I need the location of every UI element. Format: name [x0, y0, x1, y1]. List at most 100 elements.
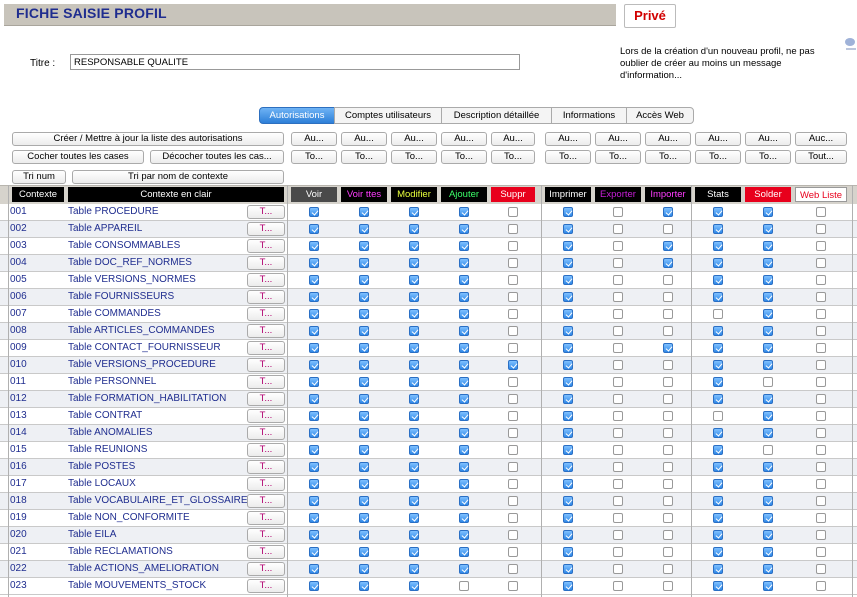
- checkbox-ajouter[interactable]: [459, 428, 469, 438]
- checkbox-importer[interactable]: [663, 547, 673, 557]
- checkbox-modifier[interactable]: [409, 513, 419, 523]
- checkbox-modifier[interactable]: [409, 326, 419, 336]
- checkbox-importer[interactable]: [663, 292, 673, 302]
- checkbox-stats[interactable]: [713, 547, 723, 557]
- checkbox-suppr[interactable]: [508, 428, 518, 438]
- row-toggle-button[interactable]: T...: [247, 324, 285, 338]
- aucun-button-imprimer[interactable]: Au...: [545, 132, 591, 146]
- checkbox-suppr[interactable]: [508, 224, 518, 234]
- checkbox-voir[interactable]: [309, 258, 319, 268]
- checkbox-voir-ttes[interactable]: [359, 394, 369, 404]
- checkbox-suppr[interactable]: [508, 581, 518, 591]
- checkbox-exporter[interactable]: [613, 581, 623, 591]
- checkbox-modifier[interactable]: [409, 207, 419, 217]
- checkbox-stats[interactable]: [713, 496, 723, 506]
- checkbox-voir[interactable]: [309, 445, 319, 455]
- checkbox-ajouter[interactable]: [459, 275, 469, 285]
- checkbox-ajouter[interactable]: [459, 462, 469, 472]
- checkbox-voir-ttes[interactable]: [359, 241, 369, 251]
- checkbox-voir[interactable]: [309, 581, 319, 591]
- checkbox-importer[interactable]: [663, 224, 673, 234]
- checkbox-exporter[interactable]: [613, 547, 623, 557]
- checkbox-importer[interactable]: [663, 496, 673, 506]
- checkbox-voir-ttes[interactable]: [359, 445, 369, 455]
- row-toggle-button[interactable]: T...: [247, 545, 285, 559]
- checkbox-stats[interactable]: [713, 462, 723, 472]
- checkbox-voir-ttes[interactable]: [359, 547, 369, 557]
- checkbox-exporter[interactable]: [613, 479, 623, 489]
- checkbox-imprimer[interactable]: [563, 496, 573, 506]
- row-toggle-button[interactable]: T...: [247, 477, 285, 491]
- checkbox-ajouter[interactable]: [459, 445, 469, 455]
- checkbox-ajouter[interactable]: [459, 496, 469, 506]
- checkbox-modifier[interactable]: [409, 343, 419, 353]
- row-toggle-button[interactable]: T...: [247, 426, 285, 440]
- checkbox-imprimer[interactable]: [563, 513, 573, 523]
- checkbox-ajouter[interactable]: [459, 530, 469, 540]
- row-toggle-button[interactable]: T...: [247, 494, 285, 508]
- checkbox-web-liste[interactable]: [816, 326, 826, 336]
- checkbox-ajouter[interactable]: [459, 360, 469, 370]
- checkbox-exporter[interactable]: [613, 445, 623, 455]
- checkbox-voir-ttes[interactable]: [359, 513, 369, 523]
- checkbox-stats[interactable]: [713, 275, 723, 285]
- checkbox-modifier[interactable]: [409, 462, 419, 472]
- tout-button-modifier[interactable]: To...: [391, 150, 437, 164]
- row-toggle-button[interactable]: T...: [247, 443, 285, 457]
- checkbox-exporter[interactable]: [613, 428, 623, 438]
- checkbox-exporter[interactable]: [613, 309, 623, 319]
- checkbox-solder[interactable]: [763, 241, 773, 251]
- checkbox-ajouter[interactable]: [459, 258, 469, 268]
- checkbox-solder[interactable]: [763, 394, 773, 404]
- checkbox-imprimer[interactable]: [563, 445, 573, 455]
- checkbox-modifier[interactable]: [409, 377, 419, 387]
- checkbox-importer[interactable]: [663, 445, 673, 455]
- checkbox-modifier[interactable]: [409, 360, 419, 370]
- creer-autorisations-button[interactable]: Créer / Mettre à jour la liste des autor…: [12, 132, 284, 146]
- row-toggle-button[interactable]: T...: [247, 528, 285, 542]
- checkbox-suppr[interactable]: [508, 513, 518, 523]
- checkbox-imprimer[interactable]: [563, 292, 573, 302]
- row-toggle-button[interactable]: T...: [247, 579, 285, 593]
- checkbox-solder[interactable]: [763, 207, 773, 217]
- checkbox-solder[interactable]: [763, 513, 773, 523]
- checkbox-imprimer[interactable]: [563, 224, 573, 234]
- checkbox-importer[interactable]: [663, 564, 673, 574]
- checkbox-web-liste[interactable]: [816, 360, 826, 370]
- checkbox-imprimer[interactable]: [563, 479, 573, 489]
- checkbox-voir[interactable]: [309, 530, 319, 540]
- checkbox-voir-ttes[interactable]: [359, 292, 369, 302]
- checkbox-imprimer[interactable]: [563, 394, 573, 404]
- row-toggle-button[interactable]: T...: [247, 256, 285, 270]
- checkbox-web-liste[interactable]: [816, 564, 826, 574]
- aucun-button-modifier[interactable]: Au...: [391, 132, 437, 146]
- checkbox-modifier[interactable]: [409, 411, 419, 421]
- checkbox-imprimer[interactable]: [563, 564, 573, 574]
- checkbox-modifier[interactable]: [409, 241, 419, 251]
- checkbox-solder[interactable]: [763, 292, 773, 302]
- checkbox-modifier[interactable]: [409, 394, 419, 404]
- titre-input[interactable]: [70, 54, 520, 70]
- checkbox-importer[interactable]: [663, 479, 673, 489]
- tab-description-detaillee[interactable]: Description détaillée: [441, 107, 552, 124]
- checkbox-importer[interactable]: [663, 462, 673, 472]
- checkbox-modifier[interactable]: [409, 309, 419, 319]
- row-toggle-button[interactable]: T...: [247, 375, 285, 389]
- checkbox-web-liste[interactable]: [816, 479, 826, 489]
- aucun-button-voir[interactable]: Au...: [291, 132, 337, 146]
- checkbox-web-liste[interactable]: [816, 462, 826, 472]
- checkbox-voir-ttes[interactable]: [359, 411, 369, 421]
- checkbox-imprimer[interactable]: [563, 547, 573, 557]
- checkbox-voir[interactable]: [309, 224, 319, 234]
- checkbox-importer[interactable]: [663, 530, 673, 540]
- checkbox-web-liste[interactable]: [816, 411, 826, 421]
- checkbox-web-liste[interactable]: [816, 530, 826, 540]
- tout-button-exporter[interactable]: To...: [595, 150, 641, 164]
- checkbox-voir[interactable]: [309, 241, 319, 251]
- checkbox-voir[interactable]: [309, 513, 319, 523]
- checkbox-solder[interactable]: [763, 258, 773, 268]
- checkbox-suppr[interactable]: [508, 207, 518, 217]
- checkbox-suppr[interactable]: [508, 309, 518, 319]
- tout-button-voir-ttes[interactable]: To...: [341, 150, 387, 164]
- checkbox-ajouter[interactable]: [459, 241, 469, 251]
